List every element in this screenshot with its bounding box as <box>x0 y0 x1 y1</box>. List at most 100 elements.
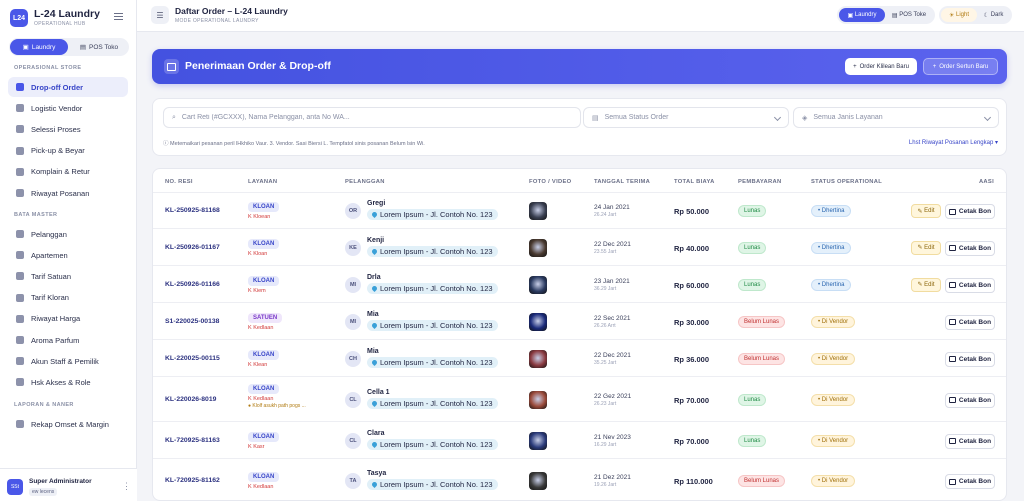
more-icon[interactable]: ⋮ <box>122 481 131 492</box>
print-receipt-button[interactable]: Cetak Bon <box>945 204 995 219</box>
sidebar-item-komplain-retur[interactable]: Komplain & Retur <box>8 162 128 182</box>
order-resi[interactable]: KL-220025-00115 <box>165 355 220 362</box>
search-box[interactable]: ⌕ <box>163 107 581 128</box>
sidebar-item-tarif-kloran[interactable]: Tarif Kloran <box>8 288 128 308</box>
print-receipt-button[interactable]: Cetak Bon <box>945 433 995 449</box>
print-receipt-button[interactable]: Cetak Bon <box>945 314 995 330</box>
order-resi[interactable]: KL-220026-8019 <box>165 396 216 403</box>
order-photo-thumbnail[interactable] <box>529 202 547 220</box>
column-header[interactable]: AASI <box>979 179 994 185</box>
column-header[interactable]: TOTAL BIAYA <box>674 179 715 185</box>
chevron-down-icon <box>983 113 992 122</box>
menu-toggle-icon[interactable]: ☰ <box>151 6 169 24</box>
print-receipt-button[interactable]: Cetak Bon <box>945 392 995 408</box>
order-photo-thumbnail[interactable] <box>529 472 547 490</box>
sidebar-item-logistic-vendor[interactable]: Logistic Vendor <box>8 98 128 118</box>
column-header[interactable]: TANGGAL TERIMA <box>594 179 650 185</box>
sidebar-item-apartemen[interactable]: Apartemen <box>8 245 128 265</box>
print-receipt-button[interactable]: Cetak Bon <box>945 351 995 367</box>
order-photo-thumbnail[interactable] <box>529 238 547 257</box>
sidebar-item-hsk-akses-role[interactable]: Hsk Akses & Role <box>8 372 128 392</box>
table-row[interactable]: KL-250926-01166 KLOAN K Kiem MI Drla Lor… <box>153 265 1006 302</box>
payment-cell: Lunas <box>738 241 767 254</box>
column-header[interactable]: STATUS OPERATIONAL <box>811 179 882 185</box>
customer-address-chip[interactable]: Lorem Ipsum - Jl. Contoh No. 123 <box>367 438 498 450</box>
customer-address-chip[interactable]: Lorem Ipsum - Jl. Contoh No. 123 <box>367 209 498 220</box>
brand[interactable]: L24 L-24 Laundry OPERATIONAL HUB <box>10 8 130 32</box>
order-photo-thumbnail[interactable] <box>529 431 547 450</box>
sidebar-item-drop-off-order[interactable]: Drop-off Order <box>8 77 128 97</box>
sidebar-item-pelanggan[interactable]: Pelanggan <box>8 224 128 244</box>
order-resi[interactable]: KL-250926-01167 <box>165 244 220 251</box>
total-price: Rp 40.000 <box>674 243 710 253</box>
date-cell: 21 Dez 2021 19.26 Jart <box>594 474 631 488</box>
edit-button[interactable]: ✎ Edit <box>911 240 941 255</box>
table-row[interactable]: KL-720925-81163 KLOAN K Kasr CL Clara Lo… <box>153 421 1006 458</box>
theme-switch: ☀ Light ☾ Dark <box>939 6 1012 24</box>
customer-address-chip[interactable]: Lorem Ipsum - Jl. Contoh No. 123 <box>367 245 498 257</box>
order-resi[interactable]: KL-720925-81163 <box>165 437 220 444</box>
sidebar-item-riwayat-posanan[interactable]: Riwayat Posanan <box>8 183 128 203</box>
customer-address-chip[interactable]: Lorem Ipsum - Jl. Contoh No. 123 <box>367 397 498 409</box>
avatar: MI <box>345 276 361 293</box>
theme-light-button[interactable]: ☀ Light <box>941 8 977 22</box>
order-photo-thumbnail[interactable] <box>529 349 547 368</box>
switch-laundry-button[interactable]: ▣ Laundry <box>10 39 68 55</box>
print-receipt-button[interactable]: Cetak Bon <box>945 240 995 256</box>
sidebar-item-pick-up-beyar[interactable]: Pick-up & Beyar <box>8 141 128 161</box>
edit-button[interactable]: ✎ Edit <box>911 277 941 292</box>
customer-address-chip[interactable]: Lorem Ipsum - Jl. Contoh No. 123 <box>367 479 498 490</box>
order-photo-thumbnail[interactable] <box>529 390 547 409</box>
service-subtype: K Kedlaan <box>248 396 274 402</box>
sidebar-item-aroma-parfum[interactable]: Aroma Parfum <box>8 330 128 350</box>
customer-cell: Kenji Lorem Ipsum - Jl. Contoh No. 123 <box>367 237 498 257</box>
pin-icon <box>370 247 379 255</box>
table-row[interactable]: KL-250926-01167 KLOAN K Kloan KE Kenji L… <box>153 228 1006 265</box>
order-resi[interactable]: S1-220025-00138 <box>165 318 219 325</box>
history-link[interactable]: Lhst Riwayat Posanan Lengkap ▾ <box>909 139 998 146</box>
order-resi[interactable]: KL-250926-01166 <box>165 281 220 288</box>
new-unit-order-button[interactable]: + Order Sertun Baru <box>923 58 998 75</box>
column-header[interactable]: FOTO / VIDEO <box>529 179 571 185</box>
order-resi[interactable]: KL-720925-81162 <box>165 477 220 484</box>
user-panel[interactable]: SSt Super Administrator ew lecens ⋮ <box>0 468 137 501</box>
table-row[interactable]: S1-220025-00138 SATUEN K Kedlaan MI Mia … <box>153 302 1006 339</box>
print-receipt-button[interactable]: Cetak Bon <box>945 474 995 489</box>
table-row[interactable]: KL-250925-81168 KLOAN K Kloean OR Gregi … <box>153 192 1006 228</box>
search-input[interactable] <box>181 114 482 121</box>
printer-icon <box>948 245 956 251</box>
received-time: 16.29 Jart <box>594 441 617 448</box>
sidebar: L24 L-24 Laundry OPERATIONAL HUB ▣ Laundr… <box>0 0 137 501</box>
column-header[interactable]: NO. RESI <box>165 179 193 185</box>
column-header[interactable]: LAYANAN <box>248 179 277 185</box>
hamburger-icon[interactable] <box>114 13 123 20</box>
order-photo-thumbnail[interactable] <box>529 275 547 294</box>
customer-address-chip[interactable]: Lorem Ipsum - Jl. Contoh No. 123 <box>367 282 498 294</box>
customer-address-chip[interactable]: Lorem Ipsum - Jl. Contoh No. 123 <box>367 356 498 368</box>
customer-address-chip[interactable]: Lorem Ipsum - Jl. Contoh No. 123 <box>367 319 498 331</box>
theme-dark-button[interactable]: ☾ Dark <box>977 8 1010 22</box>
order-resi[interactable]: KL-250925-81168 <box>165 207 220 214</box>
order-photo-thumbnail[interactable] <box>529 312 547 331</box>
top-switch-laundry[interactable]: ▣ Laundry <box>839 8 885 22</box>
status-filter-select[interactable]: ▤ Semua Status Order <box>583 107 789 128</box>
switch-pos-button[interactable]: ▤ POS Toko <box>70 39 128 55</box>
table-row[interactable]: KL-220025-00115 KLOAN K Klean CH Mia Lor… <box>153 339 1006 376</box>
table-row[interactable]: KL-220026-8019 KLOAN K Kedlaan ● Klolf a… <box>153 376 1006 421</box>
new-customer-order-button[interactable]: + Order Klilean Baru <box>845 58 917 75</box>
column-header[interactable]: PELANGGAN <box>345 179 385 185</box>
sidebar-item-akun-staff-pemilik[interactable]: Akun Staff & Pemilik <box>8 351 128 371</box>
table-row[interactable]: KL-720925-81162 KLOAN K Kedlaan TA Tasya… <box>153 458 1006 500</box>
main-content: Penerimaan Order & Drop-off + Order Klile… <box>137 32 1024 501</box>
user-name: Super Administrator <box>29 478 92 485</box>
sidebar-item-rekap-omset-margin[interactable]: Rekap Omset & Margin <box>8 414 128 434</box>
sidebar-item-selessi-proses[interactable]: Selessi Proses <box>8 119 128 139</box>
print-receipt-button[interactable]: Cetak Bon <box>945 277 995 293</box>
column-header[interactable]: PEMBAYARAN <box>738 179 781 185</box>
sidebar-item-riwayat-harga[interactable]: Riwayat Harga <box>8 309 128 329</box>
sidebar-item-tarif-satuan[interactable]: Tarif Satuan <box>8 266 128 286</box>
edit-button[interactable]: ✎ Edit <box>911 204 941 218</box>
service-filter-select[interactable]: ◈ Semua Janis Layanan <box>793 107 999 128</box>
sidebar-item-label: Drop-off Order <box>31 82 84 92</box>
top-switch-pos[interactable]: ▤ POS Toke <box>885 8 933 22</box>
